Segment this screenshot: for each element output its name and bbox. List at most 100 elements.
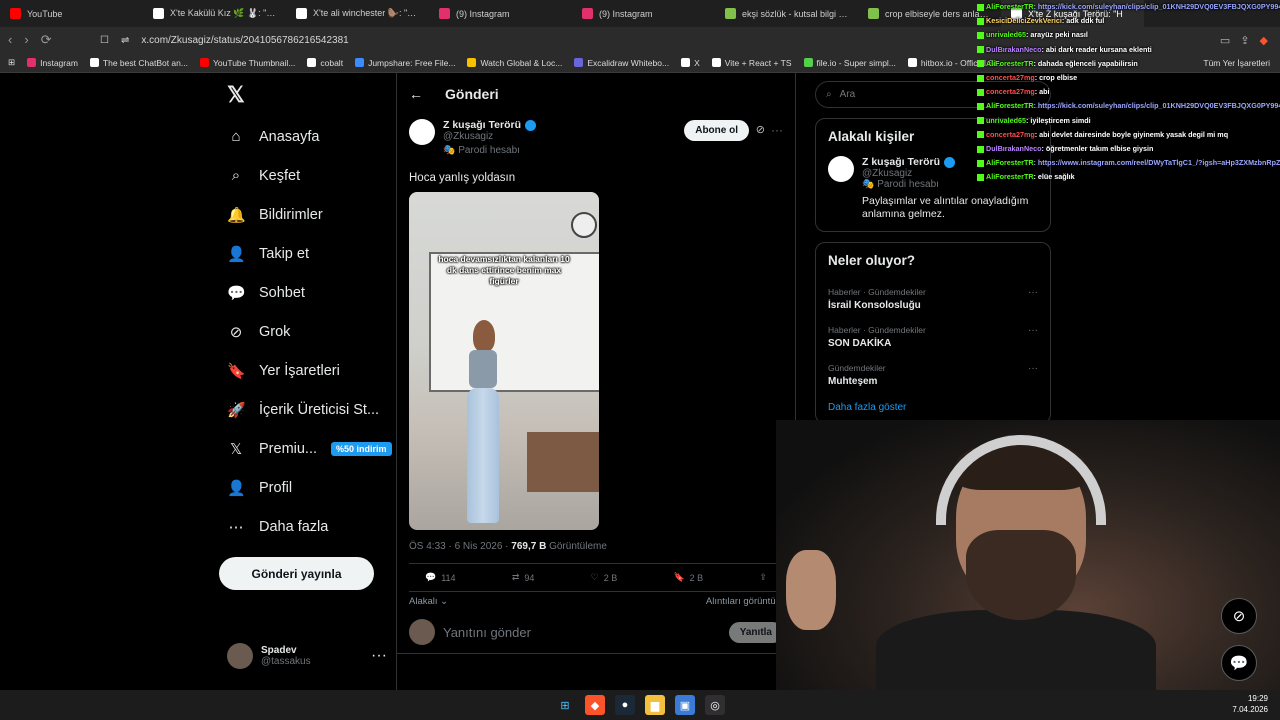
- bookmark-item[interactable]: Instagram: [27, 58, 78, 68]
- trend-item[interactable]: Haberler · Gündemdekiler İsrail Konsolosl…: [828, 280, 1038, 318]
- chat-username[interactable]: KesiciDeliciZevkVerici: [986, 16, 1062, 25]
- bookmark-item[interactable]: cobalt: [307, 58, 343, 68]
- tab-favicon-icon: [439, 8, 450, 19]
- chat-username[interactable]: AliForesterTR: [986, 2, 1034, 11]
- show-more-link[interactable]: Daha fazla göster: [828, 402, 1038, 413]
- chat-text: : https://kick.com/suleyhan/clips/clip_0…: [1033, 2, 1280, 11]
- sidebar-item-chat[interactable]: 💬 Sohbet: [215, 273, 395, 312]
- sidebar-item-label: Daha fazla: [259, 518, 329, 535]
- related-name: Z kuşağı Terörü: [862, 156, 940, 168]
- browser-tab[interactable]: X'te ali winchester 🦫: "gece g: [286, 0, 429, 27]
- sidebar-item-follow[interactable]: 👤 Takip et: [215, 234, 395, 273]
- more-icon[interactable]: ···: [771, 123, 783, 137]
- reply-action[interactable]: 💬 114: [425, 572, 456, 583]
- chat-username[interactable]: concerta27mg: [986, 130, 1035, 139]
- back-icon[interactable]: ‹: [8, 32, 12, 48]
- chat-username[interactable]: unrivaled65: [986, 30, 1026, 39]
- x-logo-icon[interactable]: 𝕏: [215, 73, 395, 117]
- chat-username[interactable]: unrivaled65: [986, 116, 1026, 125]
- bookmark-item[interactable]: Excalidraw Whitebo...: [574, 58, 669, 68]
- reply-button[interactable]: Yanıtla: [728, 621, 783, 643]
- trend-category: Gündemdekiler: [828, 363, 886, 373]
- chat-message: AliForesterTR: https://kick.com/suleyhan…: [975, 0, 1280, 14]
- sidebar-item-profile[interactable]: 👤 Profil: [215, 468, 395, 507]
- chat-username[interactable]: concerta27mg: [986, 73, 1035, 82]
- trend-more-icon[interactable]: ···: [1028, 363, 1038, 374]
- tab-favicon-icon: [725, 8, 736, 19]
- bookmark-item[interactable]: Vite + React + TS: [711, 58, 792, 68]
- chat-username[interactable]: AliForesterTR: [986, 101, 1034, 110]
- account-switcher[interactable]: Spadev @tassakus ···: [227, 643, 387, 669]
- chat-username[interactable]: AliForesterTR: [986, 59, 1034, 68]
- bookmark-action[interactable]: 🔖 2 B: [673, 572, 703, 583]
- share-action[interactable]: ⇪: [759, 572, 767, 583]
- sidebar-item-home[interactable]: ⌂ Anasayfa: [215, 117, 395, 156]
- sidebar-item-label: Takip et: [259, 245, 309, 262]
- back-arrow-icon[interactable]: ←: [409, 86, 423, 102]
- trend-more-icon[interactable]: ···: [1028, 287, 1038, 298]
- nav-buttons: ‹ › ⟳: [0, 32, 80, 48]
- steam-icon[interactable]: ●: [615, 695, 635, 715]
- sort-dropdown[interactable]: Alakalı ⌄: [409, 596, 448, 607]
- site-info-icon[interactable]: ⇌: [121, 35, 129, 46]
- subscribe-button[interactable]: Abone ol: [684, 120, 749, 141]
- sidebar-item-more[interactable]: ⋯ Daha fazla: [215, 507, 395, 546]
- grok-icon[interactable]: ⊘: [756, 123, 765, 136]
- bookmark-item[interactable]: Watch Global & Loc...: [467, 58, 562, 68]
- heart-icon: ♡: [590, 572, 599, 582]
- reload-icon[interactable]: ⟳: [41, 32, 52, 48]
- trend-more-icon[interactable]: ···: [1028, 325, 1038, 336]
- author-avatar[interactable]: [409, 119, 435, 145]
- bookmark-item[interactable]: YouTube Thumbnail...: [199, 58, 295, 68]
- like-action[interactable]: ♡ 2 B: [591, 572, 618, 583]
- post-button[interactable]: Gönderi yayınla: [219, 557, 374, 590]
- chat-username[interactable]: DulBırakanNeco: [986, 144, 1042, 153]
- tab-favicon-icon: [153, 8, 164, 19]
- sidebar-item-rocket[interactable]: 🚀 İçerik Üreticisi St...: [215, 390, 395, 429]
- repost-icon: ⇄: [511, 572, 520, 582]
- reply-input[interactable]: Yanıtını gönder: [443, 625, 721, 640]
- windows-start-icon[interactable]: ⊞: [555, 695, 575, 715]
- file-explorer-icon[interactable]: ▆: [645, 695, 665, 715]
- sidebar-item-search[interactable]: ⌕ Keşfet: [215, 156, 395, 195]
- brave-browser-icon[interactable]: ◆: [585, 695, 605, 715]
- bookmark-item[interactable]: The best ChatBot an...: [89, 58, 188, 68]
- obs-icon[interactable]: ◎: [705, 695, 725, 715]
- sidebar-item-x[interactable]: 𝕏 Premiu... %50 indirim: [215, 429, 395, 468]
- chat-username[interactable]: DulBırakanNeco: [986, 45, 1042, 54]
- bookmark-item[interactable]: file.io - Super simpl...: [803, 58, 896, 68]
- author-name-row[interactable]: Z kuşağı Terörü: [443, 119, 536, 131]
- browser-tab[interactable]: (9) Instagram: [429, 0, 572, 27]
- chat-icon: 💬: [227, 284, 246, 302]
- apps-grid-icon[interactable]: ⊞: [8, 57, 15, 68]
- repost-count: 94: [524, 572, 535, 583]
- trend-item[interactable]: Haberler · Gündemdekiler SON DAKİKA ···: [828, 318, 1038, 356]
- sidebar-item-grok[interactable]: ⊘ Grok: [215, 312, 395, 351]
- author-handle: @Zkusagiz: [443, 131, 494, 142]
- tab-favicon-icon: [868, 8, 879, 19]
- account-more-icon[interactable]: ···: [371, 647, 387, 665]
- chat-username[interactable]: concerta27mg: [986, 87, 1035, 96]
- sidebar-item-bookmark[interactable]: 🔖 Yer İşaretleri: [215, 351, 395, 390]
- search-icon: ⌕: [231, 167, 241, 184]
- chat-username[interactable]: AliForesterTR: [986, 158, 1034, 167]
- post-video[interactable]: hoca devamsızlıktan kalanları 10 dk dans…: [409, 192, 599, 530]
- chat-username[interactable]: AliForesterTR: [986, 172, 1034, 181]
- browser-tab[interactable]: ekşi sözlük - kutsal bilgi kaynağ: [715, 0, 858, 27]
- bookmark-star-icon[interactable]: ☐: [100, 35, 109, 46]
- view-quotes-link[interactable]: Alıntıları görüntüle: [706, 596, 783, 607]
- photos-icon[interactable]: ▣: [675, 695, 695, 715]
- browser-tab[interactable]: YouTube: [0, 0, 143, 27]
- messages-fab-icon[interactable]: 💬: [1221, 645, 1257, 681]
- trend-item[interactable]: Gündemdekiler Muhteşem ···: [828, 356, 1038, 394]
- sidebar-item-bell[interactable]: 🔔 Bildirimler: [215, 195, 395, 234]
- bookmark-item[interactable]: Jumpshare: Free File...: [355, 58, 455, 68]
- forward-icon[interactable]: ›: [24, 32, 28, 48]
- browser-tab[interactable]: X'te Kakülü Kız 🌿 🐰: "Hindis: [143, 0, 286, 27]
- system-clock[interactable]: 19:29 7.04.2026: [1232, 693, 1268, 715]
- grok-fab-icon[interactable]: ⊘: [1221, 598, 1257, 634]
- tab-favicon-icon: [582, 8, 593, 19]
- repost-action[interactable]: ⇄ 94: [512, 572, 535, 583]
- browser-tab[interactable]: (9) Instagram: [572, 0, 715, 27]
- bookmark-item[interactable]: X: [681, 58, 700, 68]
